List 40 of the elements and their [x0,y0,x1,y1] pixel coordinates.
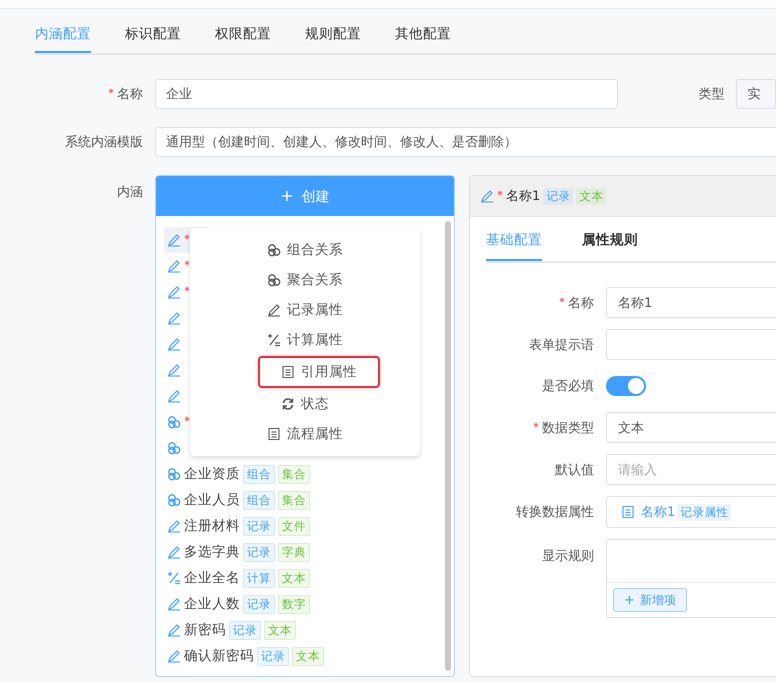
attribute-tag: 文本 [264,620,296,640]
attribute-name: 企业人员 [184,491,240,509]
field-label: 默认值 [555,462,594,478]
attribute-tag: 记录属性 [677,504,732,520]
field-label: 数据类型 [542,420,594,436]
attribute-name: 确认新密码 [184,647,254,665]
field-label: 是否必填 [542,378,594,395]
attribute-tag: 记录 [257,646,289,666]
attribute-name: 注册材料 [184,517,240,535]
attribute-name: 企业资质 [184,465,240,483]
attribute-tag: 记录 [543,188,574,204]
attribute-tag: 集合 [278,464,310,484]
attribute-tag: 字典 [278,542,310,562]
field-label: 显示规则 [542,548,594,565]
attribute-tag: 组合 [243,490,275,510]
attribute-tag: 文件 [278,516,310,536]
attribute-name: 企业人数 [184,595,240,613]
attribute-name: 企业全名 [184,569,240,587]
field-label: 系统内涵模版 [64,134,143,151]
attribute-tag: 记录 [229,620,261,640]
attribute-tag: 文本 [278,568,310,588]
attribute-tag: 记录 [243,516,275,536]
attribute-tag: 记录 [243,594,275,614]
field-label: 名称 [117,86,143,103]
attribute-name: 新密码 [184,621,226,639]
attribute-tag: 数字 [278,594,310,614]
attribute-tag: 集合 [278,490,310,510]
field-label: 表单提示语 [529,336,594,354]
attribute-tag: 计算 [243,568,275,588]
field-label: 类型 [698,86,724,103]
attribute-tag: 记录 [243,542,275,562]
attribute-name: 名称1 [506,188,540,205]
attribute-tag: 组合 [243,464,275,484]
attribute-tag: 文本 [576,188,606,204]
field-label: 内涵 [116,184,143,201]
field-label: 转换数据属性 [516,504,594,521]
attribute-name: 多选字典 [184,543,240,561]
field-label: 名称 [568,294,594,312]
reference-value: 名称1 [641,504,676,521]
attribute-tag: 文本 [292,646,324,666]
